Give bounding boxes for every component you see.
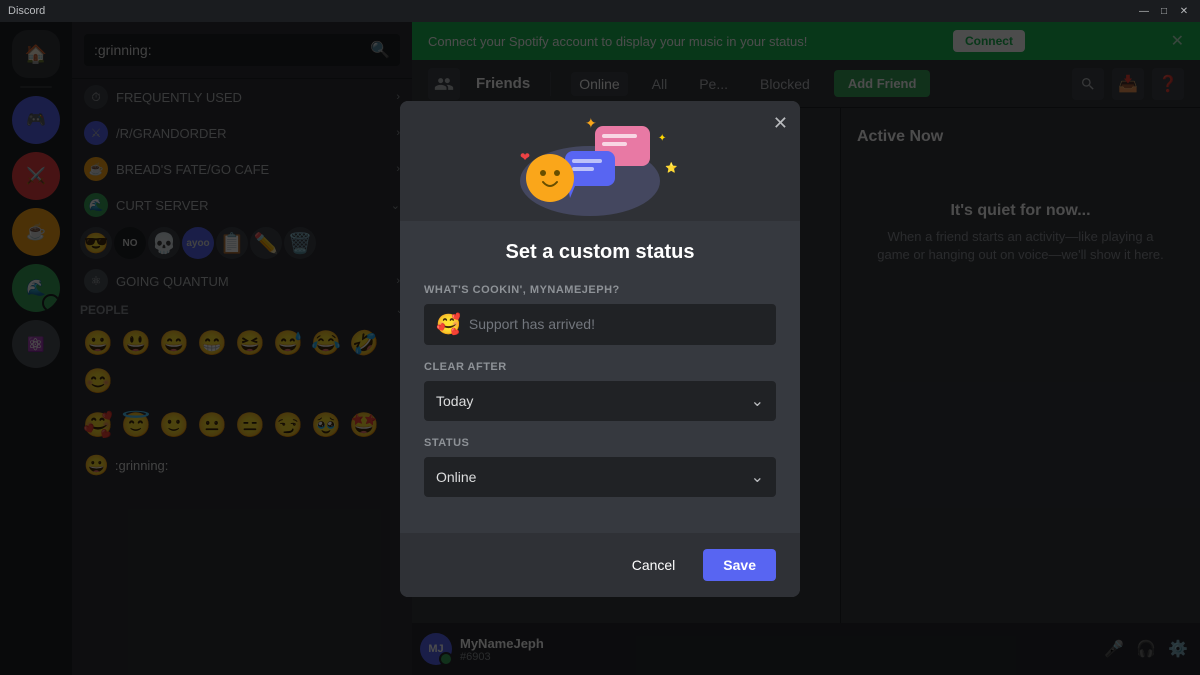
status-value: Online	[436, 469, 751, 485]
modal-footer: Cancel Save	[400, 533, 800, 597]
window-controls: — □ ✕	[1136, 3, 1192, 19]
clear-after-arrow-icon: ⌄	[751, 391, 764, 411]
modal-close-button[interactable]: ✕	[773, 113, 788, 134]
modal-input-wrap: 🥰	[424, 304, 776, 345]
modal-body: Set a custom status WHAT'S COOKIN', MYNA…	[400, 221, 800, 533]
clear-after-value: Today	[436, 393, 751, 409]
clear-after-label: CLEAR AFTER	[424, 361, 776, 373]
maximize-button[interactable]: □	[1156, 3, 1172, 19]
svg-text:✦: ✦	[658, 133, 666, 144]
app-title: Discord	[8, 5, 45, 17]
custom-status-input[interactable]	[469, 316, 764, 332]
title-bar: Discord — □ ✕	[0, 0, 1200, 22]
status-emoji-icon[interactable]: 🥰	[436, 312, 461, 337]
close-button[interactable]: ✕	[1176, 3, 1192, 19]
clear-after-select[interactable]: Today ⌄	[424, 381, 776, 421]
svg-text:✦: ✦	[585, 115, 597, 131]
svg-text:❤: ❤	[520, 150, 530, 164]
svg-text:⭐: ⭐	[665, 161, 677, 174]
custom-status-modal: ✕ ✦ ✦	[400, 101, 800, 597]
status-select[interactable]: Online ⌄	[424, 457, 776, 497]
modal-overlay: ✕ ✦ ✦	[0, 22, 1200, 675]
save-button[interactable]: Save	[703, 549, 776, 581]
status-arrow-icon: ⌄	[751, 467, 764, 487]
status-label: STATUS	[424, 437, 776, 449]
modal-title: Set a custom status	[424, 241, 776, 264]
cancel-button[interactable]: Cancel	[616, 549, 692, 581]
modal-field-label: WHAT'S COOKIN', MYNAMEJEPH?	[424, 284, 776, 296]
minimize-button[interactable]: —	[1136, 3, 1152, 19]
app-container: 🏠 🎮 ⚔️ ☕ 🌊 ⚛️ 🔍 ⏱ FREQUENTLY US	[0, 22, 1200, 675]
modal-illustration: ✕ ✦ ✦	[400, 101, 800, 221]
